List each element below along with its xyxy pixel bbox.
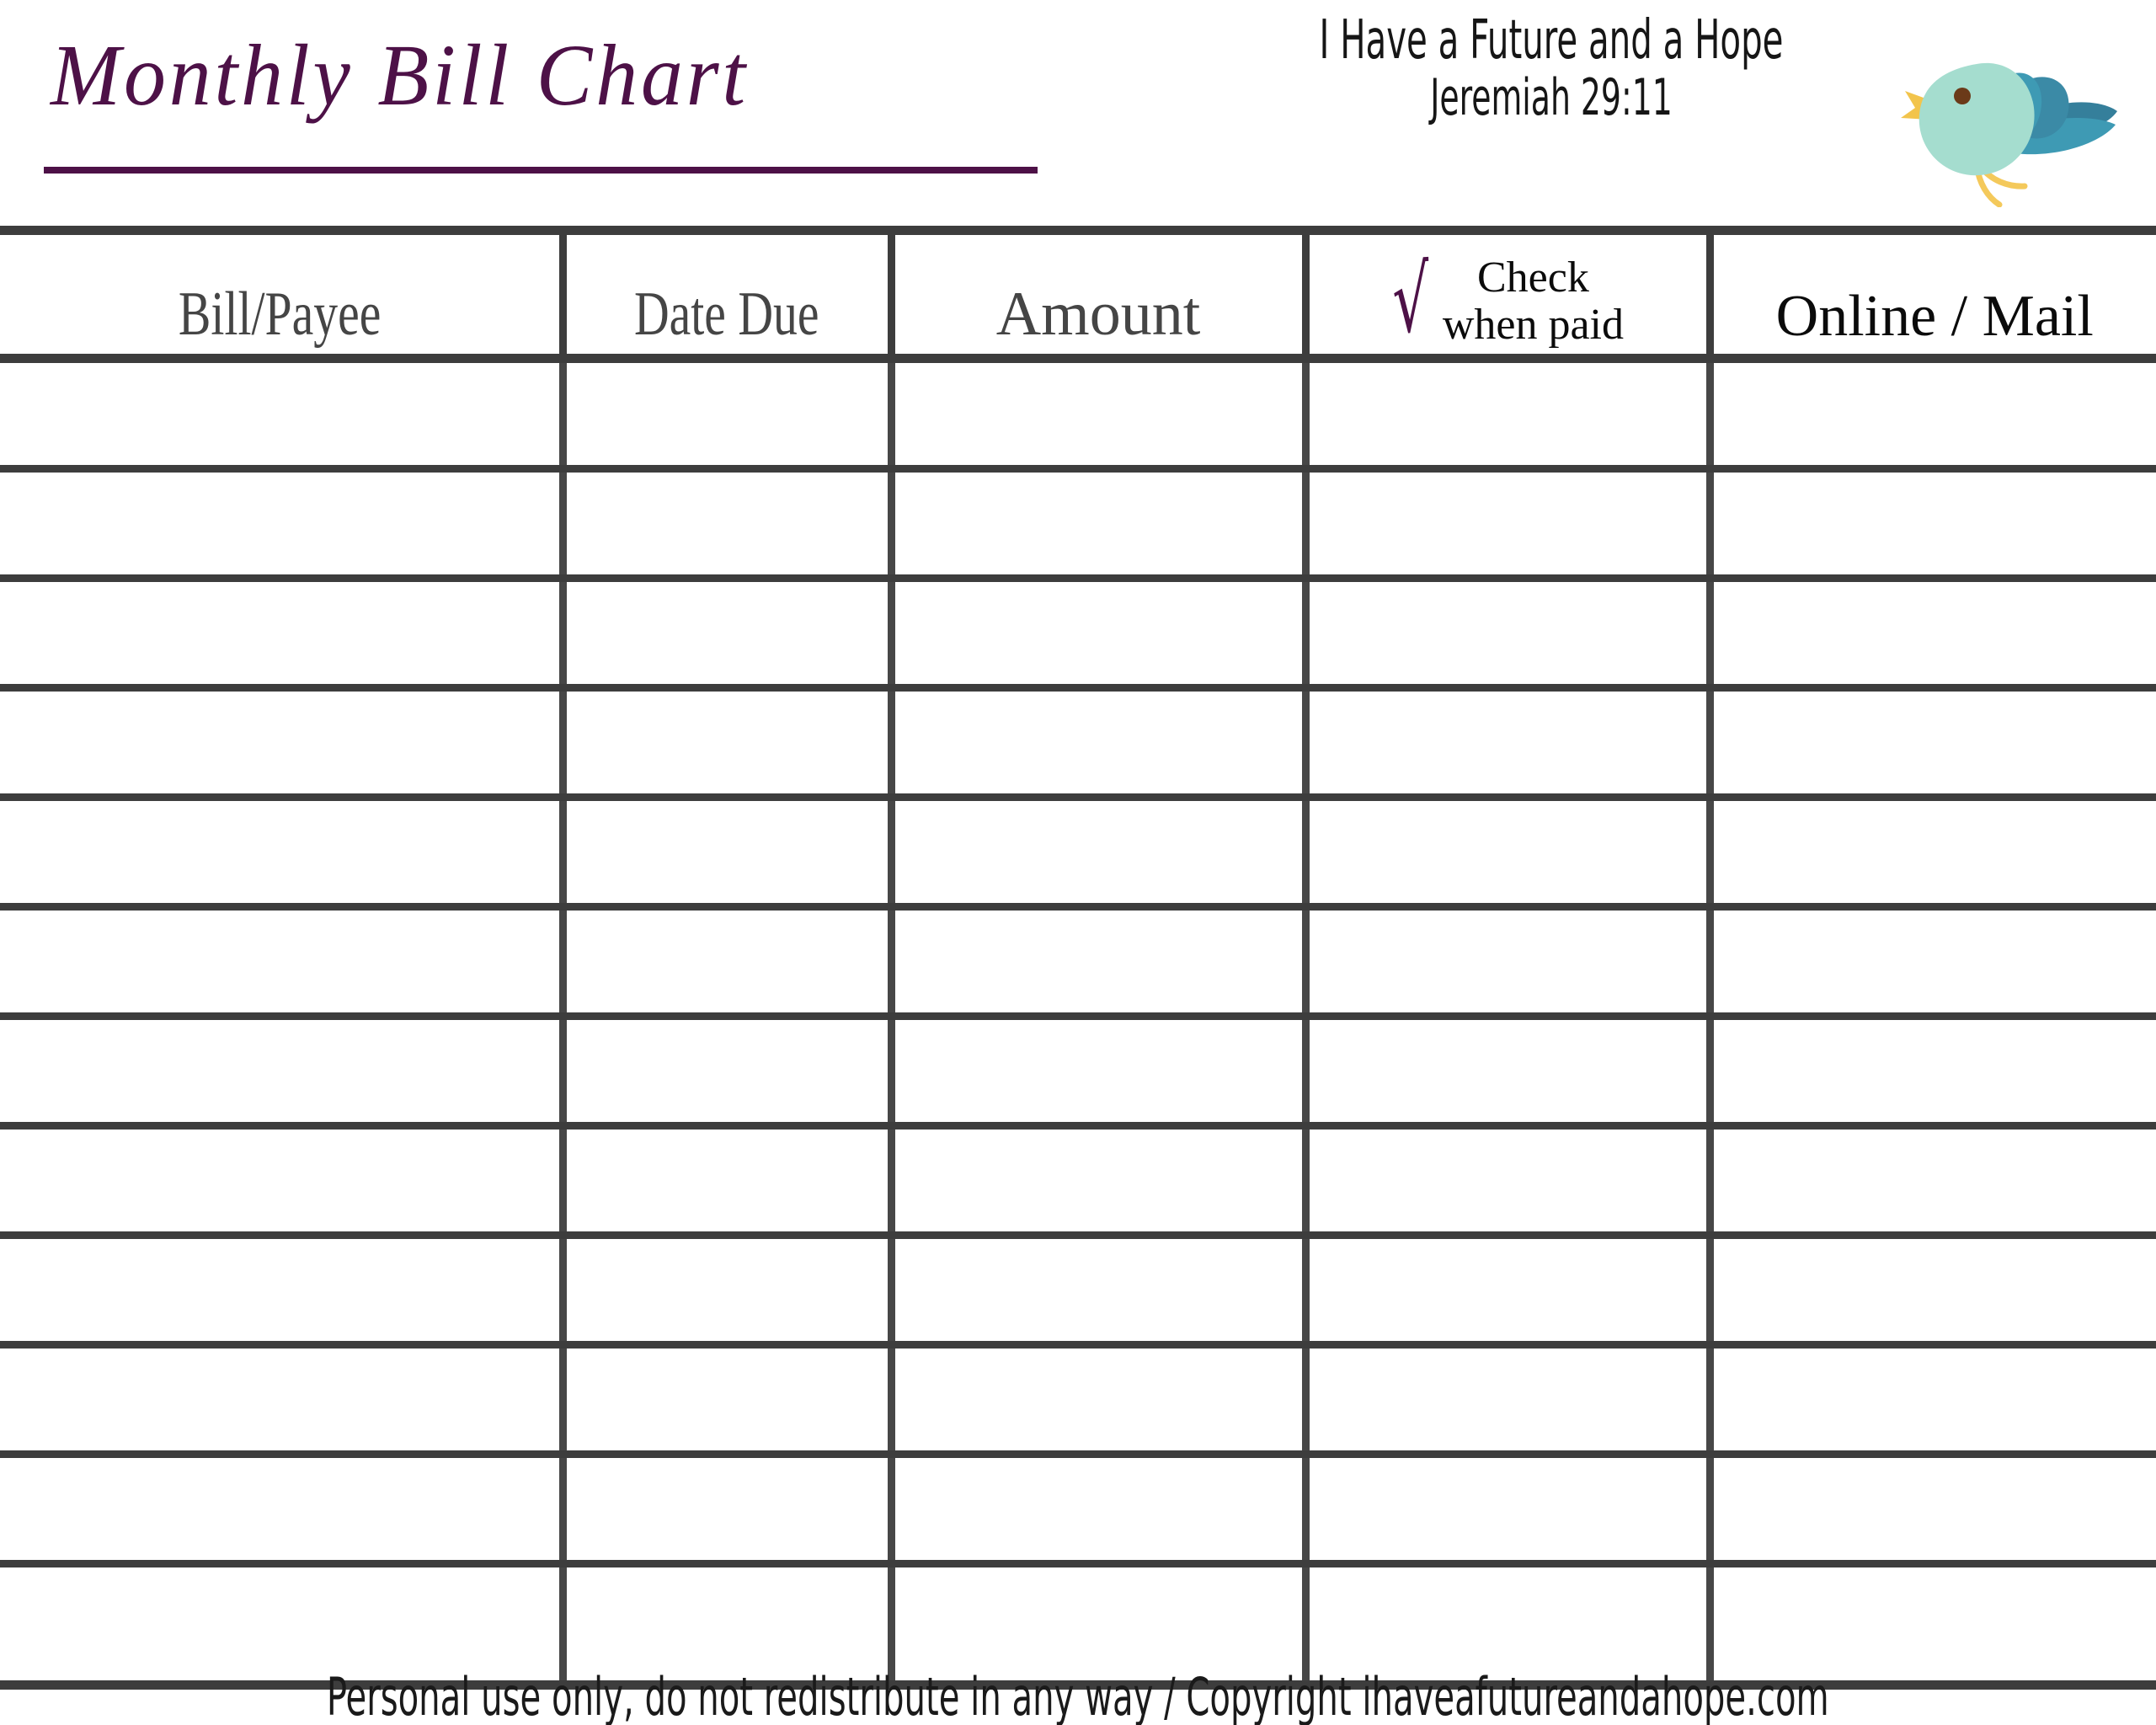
table-cell[interactable] xyxy=(1301,1125,1710,1239)
check-label-line-2: when paid xyxy=(1442,300,1624,349)
table-cell[interactable] xyxy=(0,468,563,582)
table-row xyxy=(0,687,2156,801)
column-header-check-when-paid: √ Check when paid xyxy=(1301,226,1710,363)
table-cell[interactable] xyxy=(1301,1016,1710,1130)
title-underline xyxy=(44,167,1038,174)
table-row xyxy=(0,906,2156,1020)
table-body xyxy=(0,358,2156,1690)
table-cell[interactable] xyxy=(1301,687,1710,801)
table-cell[interactable] xyxy=(1301,797,1710,911)
table-cell[interactable] xyxy=(1705,578,2156,692)
table-cell[interactable] xyxy=(0,797,563,911)
table-cell[interactable] xyxy=(1705,1125,2156,1239)
table-cell[interactable] xyxy=(1705,1344,2156,1458)
column-header-online-mail-label: Online / Mail xyxy=(1775,284,2094,349)
table-row xyxy=(0,1125,2156,1239)
table-row xyxy=(0,1235,2156,1348)
table-cell[interactable] xyxy=(1301,578,1710,692)
table-cell[interactable] xyxy=(558,358,891,473)
monthly-bill-chart-page: Monthly Bill Chart I Have a Future and a… xyxy=(0,0,2156,1725)
table-row xyxy=(0,578,2156,692)
table-cell[interactable] xyxy=(1705,1454,2156,1567)
table-cell[interactable] xyxy=(1301,1235,1710,1348)
table-cell[interactable] xyxy=(1705,687,2156,801)
table-cell[interactable] xyxy=(1301,1454,1710,1567)
table-cell[interactable] xyxy=(558,468,891,582)
page-title: Monthly Bill Chart xyxy=(51,27,749,124)
table-cell[interactable] xyxy=(558,578,891,692)
table-cell[interactable] xyxy=(0,906,563,1020)
table-cell[interactable] xyxy=(887,906,1305,1020)
column-header-online-mail: Online / Mail xyxy=(1705,226,2156,363)
bill-table-container: Bill/Payee Date Due Amount √ Check when … xyxy=(0,226,2156,1690)
bird-icon xyxy=(1901,62,2117,207)
table-row xyxy=(0,468,2156,582)
table-row xyxy=(0,797,2156,911)
table-cell[interactable] xyxy=(887,468,1305,582)
footer: Personal use only, do not redistribute i… xyxy=(0,1671,2156,1723)
page-header: Monthly Bill Chart I Have a Future and a… xyxy=(0,0,2156,226)
table-cell[interactable] xyxy=(887,1235,1305,1348)
table-cell[interactable] xyxy=(887,1454,1305,1567)
table-cell[interactable] xyxy=(1705,906,2156,1020)
checkmark-icon: √ xyxy=(1391,247,1431,355)
table-cell[interactable] xyxy=(558,1344,891,1458)
table-cell[interactable] xyxy=(0,1016,563,1130)
table-cell[interactable] xyxy=(1705,797,2156,911)
table-cell[interactable] xyxy=(558,1454,891,1567)
table-cell[interactable] xyxy=(558,906,891,1020)
tagline-block: I Have a Future and a Hope Jeremiah 29:1… xyxy=(1172,9,1930,128)
column-header-bill-payee: Bill/Payee xyxy=(0,226,563,363)
column-header-check-when-paid-label: Check when paid xyxy=(1443,254,1624,349)
table-cell[interactable] xyxy=(0,1235,563,1348)
bill-table: Bill/Payee Date Due Amount √ Check when … xyxy=(0,226,2156,1690)
table-cell[interactable] xyxy=(1705,1016,2156,1130)
table-cell[interactable] xyxy=(887,578,1305,692)
table-cell[interactable] xyxy=(887,687,1305,801)
tagline-line-1: I Have a Future and a Hope xyxy=(1319,9,1784,72)
table-cell[interactable] xyxy=(558,687,891,801)
table-cell[interactable] xyxy=(0,687,563,801)
table-cell[interactable] xyxy=(1705,468,2156,582)
column-header-date-due: Date Due xyxy=(558,226,891,363)
column-header-amount: Amount xyxy=(887,226,1305,363)
table-cell[interactable] xyxy=(558,1016,891,1130)
table-cell[interactable] xyxy=(887,797,1305,911)
tagline-line-2: Jeremiah 29:11 xyxy=(1430,68,1673,128)
table-cell[interactable] xyxy=(0,1125,563,1239)
table-cell[interactable] xyxy=(0,578,563,692)
table-cell[interactable] xyxy=(1301,1344,1710,1458)
table-row xyxy=(0,1344,2156,1458)
table-cell[interactable] xyxy=(887,1016,1305,1130)
table-cell[interactable] xyxy=(558,1235,891,1348)
table-cell[interactable] xyxy=(887,1125,1305,1239)
table-header-row: Bill/Payee Date Due Amount √ Check when … xyxy=(0,226,2156,363)
column-header-amount-label: Amount xyxy=(995,280,1201,349)
table-row xyxy=(0,1454,2156,1567)
column-header-bill-payee-label: Bill/Payee xyxy=(178,280,381,349)
table-cell[interactable] xyxy=(1301,906,1710,1020)
table-cell[interactable] xyxy=(887,358,1305,473)
table-cell[interactable] xyxy=(558,797,891,911)
table-row xyxy=(0,358,2156,473)
footer-copyright-text: Personal use only, do not redistribute i… xyxy=(327,1666,1829,1725)
table-cell[interactable] xyxy=(0,1344,563,1458)
table-cell[interactable] xyxy=(1705,358,2156,473)
table-cell[interactable] xyxy=(0,1454,563,1567)
table-cell[interactable] xyxy=(1705,1235,2156,1348)
check-label-line-1: Check xyxy=(1476,253,1589,302)
table-cell[interactable] xyxy=(1301,468,1710,582)
table-cell[interactable] xyxy=(1301,358,1710,473)
table-cell[interactable] xyxy=(0,358,563,473)
table-cell[interactable] xyxy=(558,1125,891,1239)
column-header-date-due-label: Date Due xyxy=(634,280,819,349)
table-header: Bill/Payee Date Due Amount √ Check when … xyxy=(0,226,2156,363)
table-cell[interactable] xyxy=(887,1344,1305,1458)
table-row xyxy=(0,1016,2156,1130)
